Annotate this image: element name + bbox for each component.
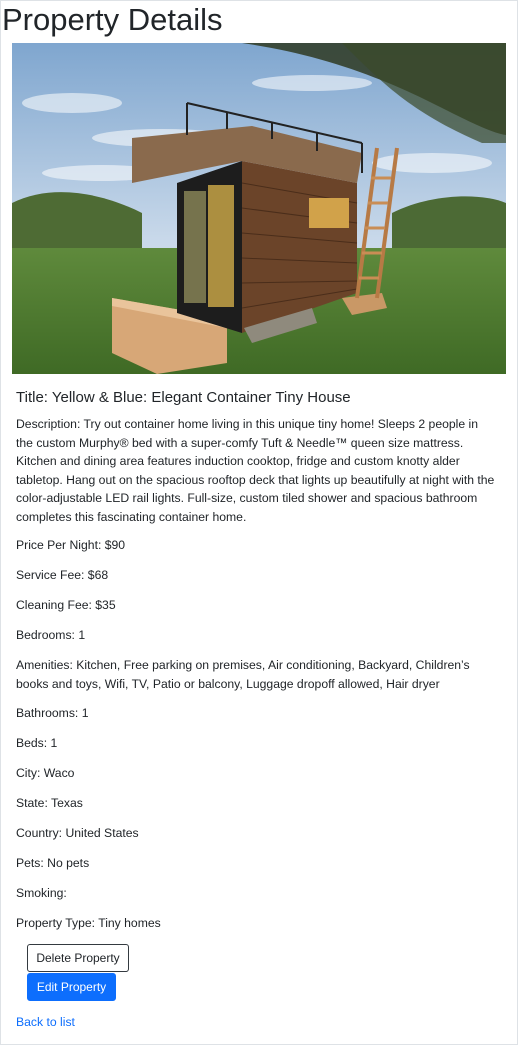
edit-property-button[interactable]: Edit Property [27, 973, 116, 1001]
city: City: Waco [16, 766, 75, 780]
beds: Beds: 1 [16, 736, 58, 750]
service-fee: Service Fee: $68 [16, 568, 109, 582]
property-title: Title: Yellow & Blue: Elegant Container … [16, 389, 351, 406]
country: Country: United States [16, 826, 139, 840]
property-type: Property Type: Tiny homes [16, 916, 161, 930]
property-image [12, 43, 506, 374]
pets: Pets: No pets [16, 856, 90, 870]
smoking: Smoking: [16, 886, 67, 900]
property-description: Description: Try out container home livi… [16, 417, 495, 524]
bedrooms: Bedrooms: 1 [16, 628, 86, 642]
bathrooms: Bathrooms: 1 [16, 706, 89, 720]
back-to-list-link[interactable]: Back to list [16, 1013, 75, 1031]
page-title: Property Details [2, 2, 223, 37]
amenities: Amenities: Kitchen, Free parking on prem… [16, 658, 470, 691]
price-per-night: Price Per Night: $90 [16, 538, 126, 552]
delete-property-button[interactable]: Delete Property [27, 944, 129, 972]
state: State: Texas [16, 796, 83, 810]
cleaning-fee: Cleaning Fee: $35 [16, 598, 116, 612]
